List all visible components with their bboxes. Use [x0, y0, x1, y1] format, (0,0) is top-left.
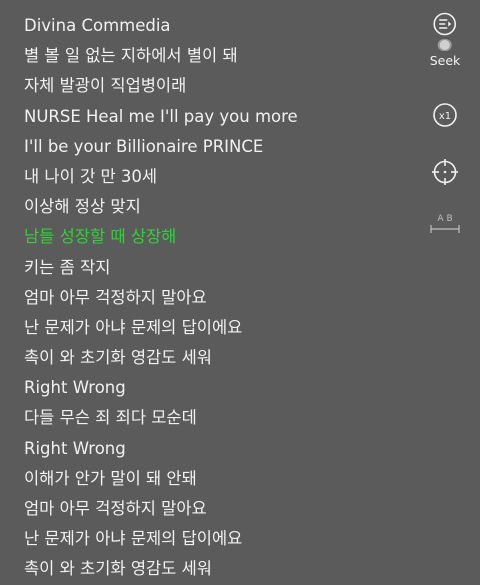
- lyric-line[interactable]: 이상해 정상 맞지: [24, 192, 414, 222]
- lyric-line[interactable]: 내 나이 갓 만 30세: [24, 162, 414, 192]
- seek-button[interactable]: Seek: [429, 12, 461, 68]
- lyric-line[interactable]: 이해가 안가 말이 돼 안돼: [24, 464, 414, 494]
- lyric-line[interactable]: 별 볼 일 없는 지하에서 별이 돼: [24, 41, 414, 71]
- locate-current-button[interactable]: [431, 158, 459, 186]
- ab-repeat-icon: [430, 225, 460, 233]
- lyric-line[interactable]: 키는 좀 작지: [24, 253, 414, 283]
- lyric-line[interactable]: Right Wrong: [24, 434, 414, 464]
- speed-label: x1: [439, 111, 451, 122]
- lyric-line[interactable]: 자체 발광이 직업병이래: [24, 71, 414, 101]
- lyric-line[interactable]: 엄마 아무 걱정하지 말아요: [24, 283, 414, 313]
- speed-icon: x1: [433, 103, 457, 127]
- seek-toggle-icon: [433, 12, 457, 51]
- lyric-line[interactable]: 촉이 와 초기화 영감도 세워: [24, 554, 414, 584]
- lyric-line[interactable]: 엄마 아무 걱정하지 말아요: [24, 494, 414, 524]
- ab-repeat-button[interactable]: AB: [429, 214, 461, 234]
- crosshair-icon: [432, 159, 458, 185]
- lyric-line[interactable]: 난 문제가 아냐 문제의 답이에요: [24, 524, 414, 554]
- lyric-line-current[interactable]: 남들 성장할 때 상장해: [24, 222, 414, 252]
- lyric-line[interactable]: 난 문제가 아냐 문제의 답이에요: [24, 313, 414, 343]
- lyric-line[interactable]: 촉이 와 초기화 영감도 세워: [24, 343, 414, 373]
- lyric-line[interactable]: 다들 무슨 죄 죄다 모순데: [24, 403, 414, 433]
- lyric-line[interactable]: Right Wrong: [24, 373, 414, 403]
- lyrics-list: Divina Commedia 별 볼 일 없는 지하에서 별이 돼 자체 발광이 …: [24, 11, 414, 585]
- lyric-line[interactable]: I'll be your Billionaire PRINCE: [24, 132, 414, 162]
- speed-button[interactable]: x1: [432, 102, 458, 128]
- seek-label: Seek: [429, 53, 461, 68]
- side-controls: Seek x1 AB: [410, 0, 480, 584]
- lyric-line[interactable]: NURSE Heal me I'll pay you more: [24, 102, 414, 132]
- lyric-line[interactable]: Divina Commedia: [24, 11, 414, 41]
- ab-repeat-label: AB: [437, 214, 456, 224]
